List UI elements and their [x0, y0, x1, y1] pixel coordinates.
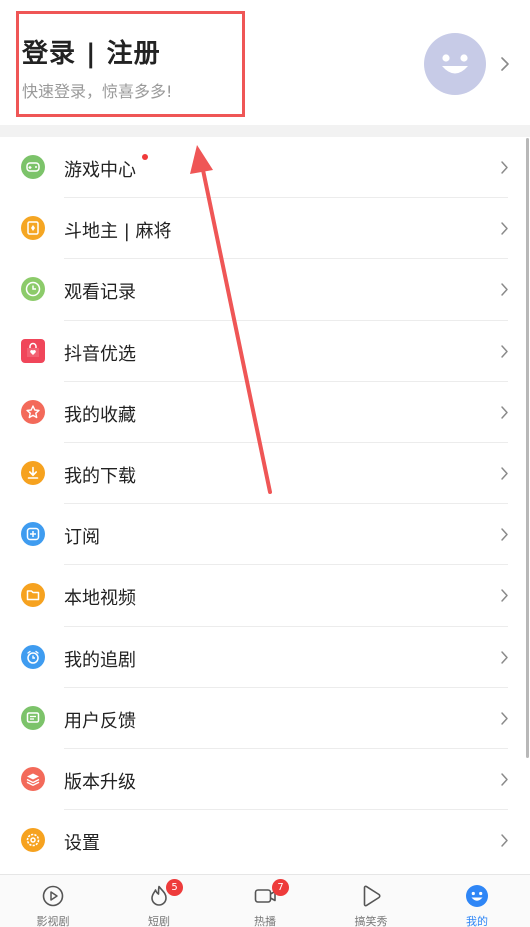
- chevron-right-icon: [501, 344, 508, 358]
- feedback-icon: [21, 705, 45, 730]
- bottom-nav-item[interactable]: 7 热播: [212, 875, 318, 927]
- gear-icon: [21, 828, 45, 853]
- folder-icon: [21, 583, 45, 608]
- alarm-icon: [21, 644, 45, 669]
- chevron-right-icon: [501, 650, 508, 664]
- chevron-right-icon: [501, 222, 508, 235]
- gamepad-icon: [21, 155, 45, 179]
- chevron-right-icon: [501, 283, 508, 297]
- bottom-nav-label: 影视剧: [36, 915, 70, 927]
- chevron-right-icon: [501, 834, 508, 847]
- notification-badge: 7: [272, 879, 289, 896]
- login-subtitle: 快速登录，惊喜多多!: [22, 82, 173, 101]
- profile-header: 登录 | 注册 快速登录，惊喜多多!: [0, 0, 530, 125]
- bottom-nav-label: 我的: [466, 915, 488, 927]
- bottom-nav-item[interactable]: 影视剧: [0, 875, 106, 927]
- bottom-nav-label: 热播: [254, 915, 276, 927]
- shopping-bag-icon: [21, 338, 45, 363]
- menu-list: 游戏中心斗地主 | 麻将 观看记录抖音优选我的收藏我的下载订阅本地视频我的追剧用户…: [0, 137, 530, 871]
- menu-item-label: 订阅: [64, 527, 100, 549]
- menu-item[interactable]: 游戏中心: [0, 137, 530, 199]
- subscribe-icon: [21, 522, 45, 547]
- bottom-nav: 影视剧 5 短剧 7 热播 搞笑秀 我的: [0, 874, 530, 927]
- menu-item[interactable]: 用户反馈: [0, 688, 530, 749]
- star-icon: [21, 399, 45, 424]
- smiley-icon: [466, 885, 488, 907]
- menu-item-label: 版本升级: [64, 771, 136, 793]
- cards-icon: [21, 216, 45, 241]
- menu-item[interactable]: 订阅: [0, 504, 530, 566]
- menu-item-label: 游戏中心: [64, 160, 136, 181]
- layers-icon: [21, 766, 45, 791]
- menu-item[interactable]: 我的收藏: [0, 382, 530, 443]
- menu-item-label: 抖音优选: [64, 343, 136, 365]
- chevron-right-icon: [501, 406, 508, 419]
- chevron-right-icon: [501, 467, 508, 480]
- avatar[interactable]: [424, 33, 486, 95]
- chevron-right-icon: [501, 528, 508, 541]
- menu-item-label: 用户反馈: [64, 710, 136, 732]
- menu-item[interactable]: 我的追剧: [0, 627, 530, 688]
- menu-item[interactable]: 本地视频: [0, 565, 530, 627]
- menu-item[interactable]: 斗地主 | 麻将: [0, 198, 530, 260]
- bottom-nav-item[interactable]: 5 短剧: [106, 875, 212, 927]
- bottom-nav-item[interactable]: 搞笑秀: [318, 875, 424, 927]
- clock-icon: [21, 277, 45, 302]
- menu-item[interactable]: 设置: [0, 810, 530, 871]
- menu-item[interactable]: 观看记录: [0, 259, 530, 321]
- menu-item[interactable]: 我的下载: [0, 443, 530, 505]
- menu-item-label: 我的收藏: [64, 404, 136, 426]
- bottom-nav-label: 搞笑秀: [354, 915, 388, 927]
- bottom-nav-item[interactable]: 我的: [424, 875, 530, 927]
- bottom-nav-label: 短剧: [148, 915, 170, 927]
- menu-item-label: 我的追剧: [64, 649, 136, 671]
- menu-item-label: 我的下载: [64, 465, 136, 487]
- play-circle-icon: [42, 885, 64, 907]
- download-icon: [21, 460, 45, 485]
- menu-item-label: 斗地主 | 麻将: [64, 221, 172, 243]
- menu-item-label: 设置: [64, 833, 100, 855]
- menu-item[interactable]: 版本升级: [0, 749, 530, 811]
- notification-dot: [142, 154, 148, 160]
- chevron-right-icon: [501, 711, 508, 725]
- chevron-right-icon: [501, 773, 508, 786]
- scrollbar[interactable]: [526, 138, 529, 758]
- menu-item-label: 观看记录: [64, 282, 136, 304]
- chevron-right-icon: [501, 589, 508, 603]
- menu-item[interactable]: 抖音优选: [0, 321, 530, 382]
- chevron-right-icon[interactable]: [500, 56, 510, 72]
- section-divider: [0, 125, 530, 137]
- menu-item-label: 本地视频: [64, 588, 136, 610]
- smiley-avatar-icon: [442, 54, 468, 74]
- chevron-right-icon: [501, 161, 508, 174]
- notification-badge: 5: [166, 879, 183, 896]
- login-register-link[interactable]: 登录 | 注册: [22, 33, 161, 70]
- play-triangle-icon: [363, 885, 381, 907]
